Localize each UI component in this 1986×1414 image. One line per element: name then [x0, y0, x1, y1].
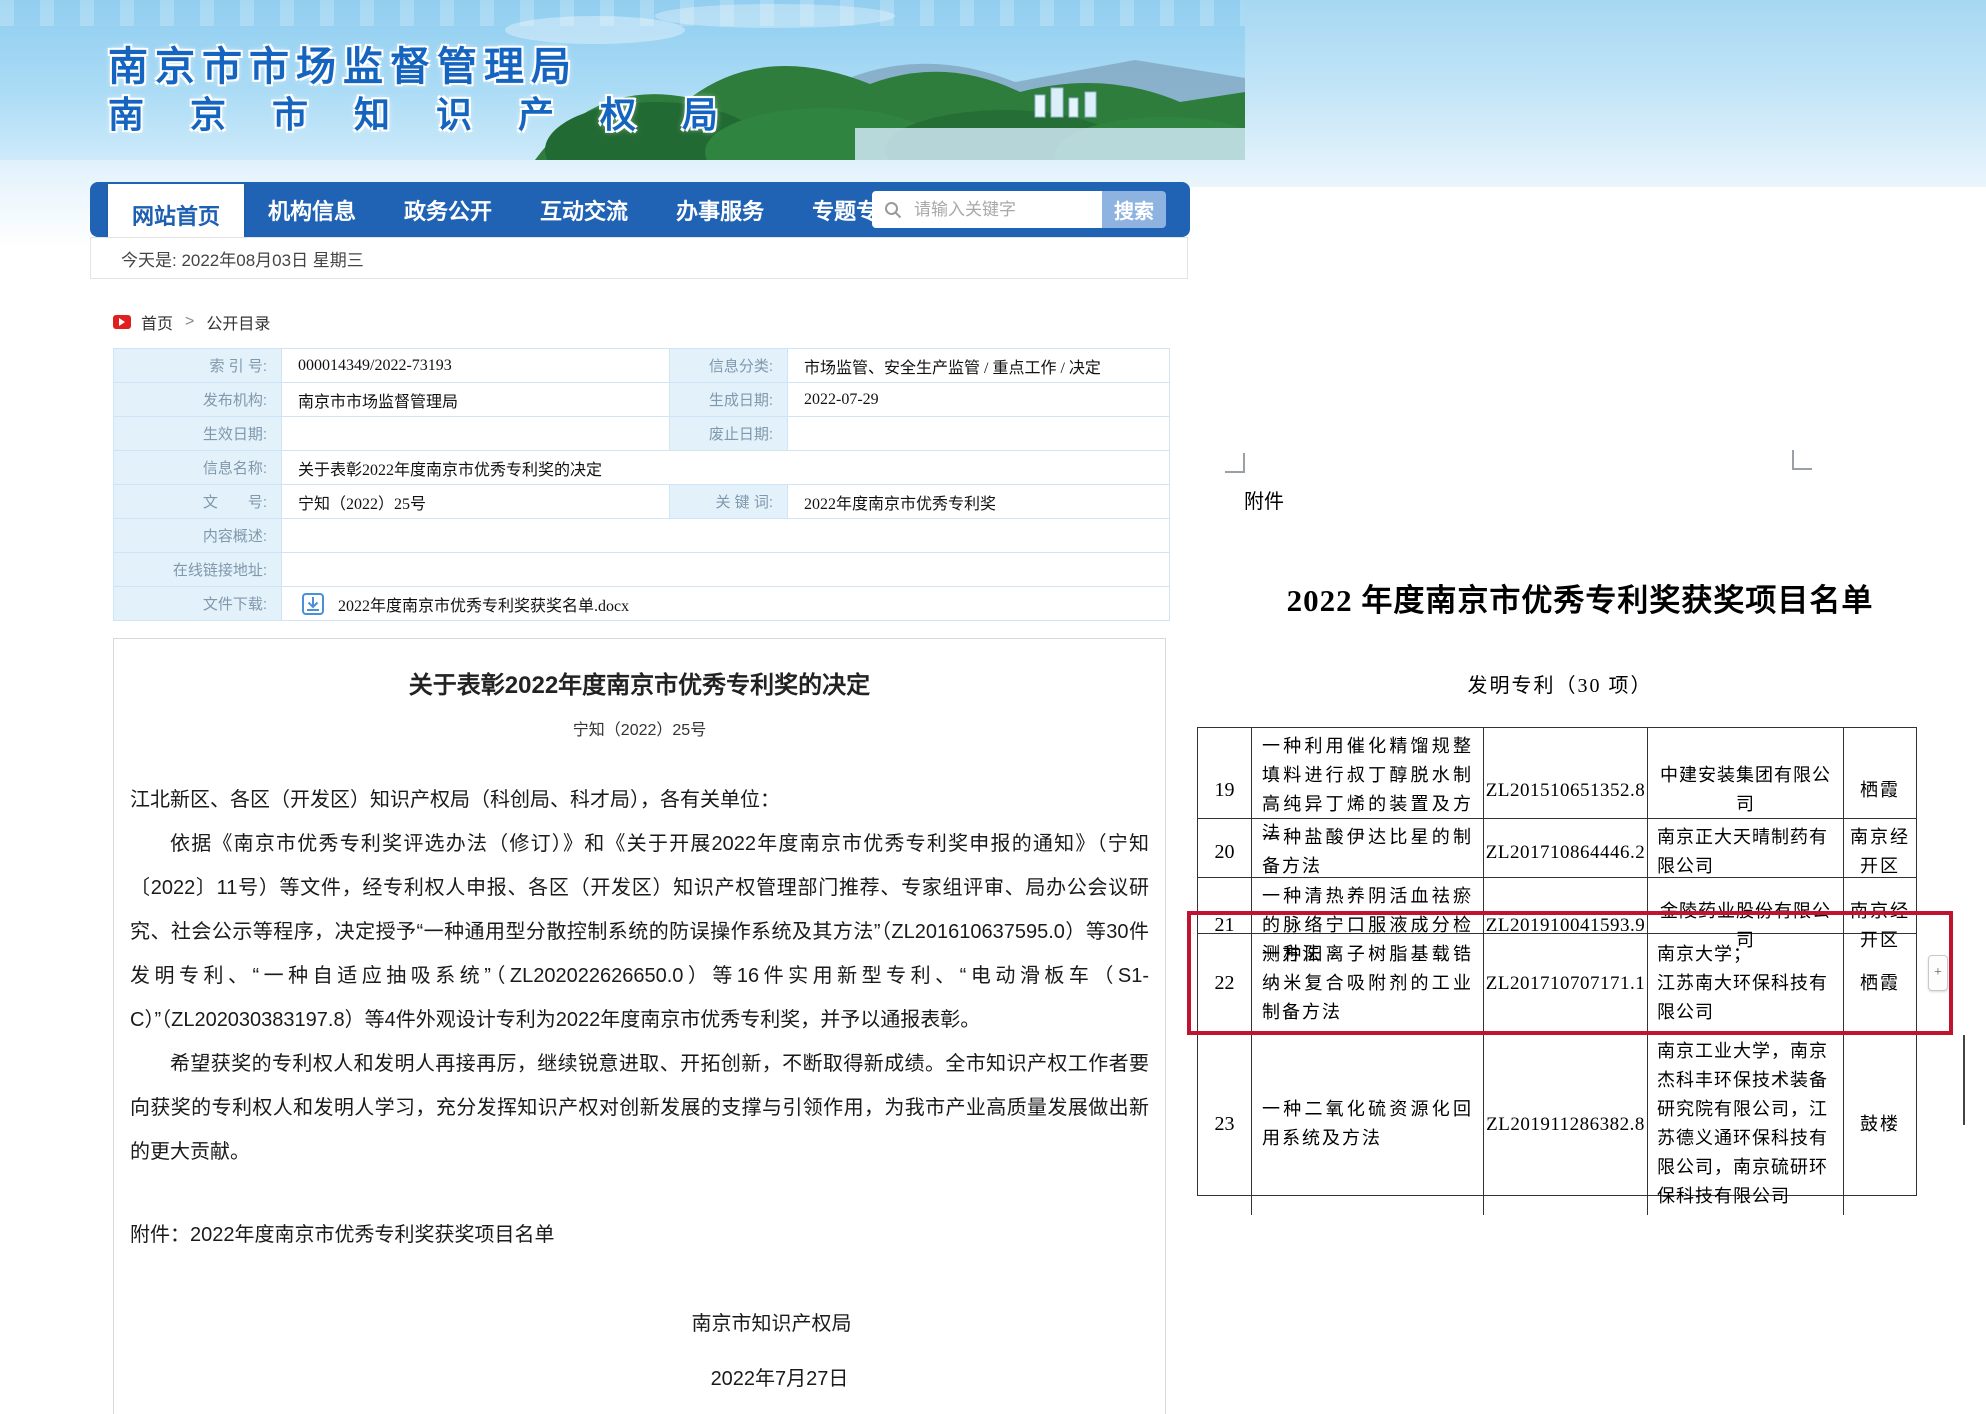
- banner-scenery: 南京市市场监督管理局 南 京 市 知 识 产 权 局: [0, 0, 1245, 160]
- patent-seq: 20: [1198, 819, 1252, 885]
- agency-title-line2: 南 京 市 知 识 产 权 局: [108, 86, 736, 138]
- patent-owner: 南京大学； 江苏南大环保科技有限公司: [1648, 934, 1844, 1032]
- text-boundary-corner-right: [1792, 450, 1812, 470]
- breadcrumb: 首页 > 公开目录: [113, 310, 270, 334]
- nav-items: 网站首页机构信息政务公开互动交流办事服务专题专栏: [90, 182, 924, 237]
- breadcrumb-home-link[interactable]: 首页: [141, 310, 173, 334]
- info-label: 发布机构:: [114, 383, 282, 416]
- document-attachment-line: 附件：2022年度南京市优秀专利奖获奖项目名单: [130, 1218, 1149, 1247]
- info-label: 关 键 词:: [670, 485, 788, 518]
- info-value: 宁知（2022）25号: [282, 485, 670, 518]
- info-row-1: 发布机构:南京市市场监督管理局生成日期:2022-07-29: [114, 383, 1169, 417]
- table-plus-handle[interactable]: +: [1928, 955, 1948, 991]
- document-signature: 南京市知识产权局: [262, 1307, 1281, 1336]
- page: 南京市市场监督管理局 南 京 市 知 识 产 权 局 网站首页机构信息政务公开互…: [0, 0, 1986, 1414]
- info-value: 2022-07-29: [788, 383, 1169, 416]
- document-title: 关于表彰2022年度南京市优秀专利奖的决定: [130, 665, 1149, 700]
- info-value: [282, 417, 670, 450]
- patent-owner: 南京正大天晴制药有限公司: [1648, 819, 1844, 885]
- info-label: 废止日期:: [670, 417, 788, 450]
- patent-number: ZL201710707171.1: [1484, 934, 1648, 1032]
- attachment-subtitle: 发明专利（30 项）: [1190, 669, 1930, 698]
- patent-row: 20一种盐酸伊达比星的制备方法ZL201710864446.2南京正大天晴制药有…: [1198, 819, 1916, 878]
- document-date: 2022年7月27日: [270, 1362, 1289, 1391]
- patent-district: 南京经开区: [1844, 819, 1916, 885]
- nav-item-4[interactable]: 办事服务: [652, 182, 788, 237]
- info-label: 信息分类:: [670, 349, 788, 382]
- text-boundary-corner-left: [1225, 453, 1245, 473]
- patent-row: 23一种二氧化硫资源化回用系统及方法ZL201911286382.8南京工业大学…: [1198, 1033, 1916, 1196]
- info-row-3: 信息名称:关于表彰2022年度南京市优秀专利奖的决定: [114, 451, 1169, 485]
- attachment-title: 2022 年度南京市优秀专利奖获奖项目名单: [1190, 575, 1970, 620]
- nav-item-1[interactable]: 机构信息: [244, 182, 380, 237]
- info-value: 关于表彰2022年度南京市优秀专利奖的决定: [282, 451, 1169, 484]
- patent-table: 19一种利用催化精馏规整填料进行叔丁醇脱水制高纯异丁烯的装置及方法ZL20151…: [1197, 727, 1917, 1196]
- patent-title: 一种阳离子树脂基载锆纳米复合吸附剂的工业制备方法: [1252, 934, 1484, 1032]
- info-value: 市场监管、安全生产监管 / 重点工作 / 决定: [788, 349, 1169, 382]
- document-paragraph-2: 希望获奖的专利权人和发明人再接再厉，继续锐意进取、开拓创新，不断取得新成绩。全市…: [130, 1042, 1149, 1174]
- info-row-5: 内容概述:: [114, 519, 1169, 553]
- search-icon: [884, 201, 902, 219]
- search-button[interactable]: 搜索: [1102, 191, 1166, 228]
- file-download-link[interactable]: 2022年度南京市优秀专利奖获奖名单.docx: [338, 592, 629, 616]
- breadcrumb-icon: [113, 315, 131, 329]
- info-value: [282, 553, 1169, 586]
- attachment-panel: 附件 2022 年度南京市优秀专利奖获奖项目名单 发明专利（30 项） 19一种…: [1190, 187, 1986, 1414]
- agency-title-line1: 南京市市场监督管理局: [108, 34, 578, 92]
- info-row-2: 生效日期: 废止日期:: [114, 417, 1169, 451]
- nav-item-3[interactable]: 互动交流: [516, 182, 652, 237]
- patent-seq: 23: [1198, 1033, 1252, 1215]
- info-row-4: 文 号:宁知（2022）25号关 键 词:2022年度南京市优秀专利奖: [114, 485, 1169, 519]
- info-label: 内容概述:: [114, 519, 282, 552]
- info-row-0: 索 引 号:000014349/2022-73193信息分类:市场监管、安全生产…: [114, 349, 1169, 383]
- info-value: [282, 519, 1169, 552]
- info-label: 文件下载:: [114, 587, 282, 620]
- nav-item-2[interactable]: 政务公开: [380, 182, 516, 237]
- patent-district: 栖霞: [1844, 934, 1916, 1032]
- attachment-label: 附件: [1244, 485, 1284, 514]
- search-input[interactable]: [912, 199, 1086, 221]
- main-navbar: 网站首页机构信息政务公开互动交流办事服务专题专栏 搜索: [90, 182, 1190, 237]
- search-area: 搜索: [872, 191, 1166, 228]
- info-label: 在线链接地址:: [114, 553, 282, 586]
- patent-number: ZL201710864446.2: [1484, 819, 1648, 885]
- document-salutation: 江北新区、各区（开发区）知识产权局（科创局、科才局），各有关单位：: [130, 778, 1149, 822]
- breadcrumb-separator: >: [185, 313, 194, 331]
- document-info-table: 索 引 号:000014349/2022-73193信息分类:市场监管、安全生产…: [113, 348, 1170, 621]
- patent-row: 19一种利用催化精馏规整填料进行叔丁醇脱水制高纯异丁烯的装置及方法ZL20151…: [1198, 728, 1916, 819]
- patent-row: 21一种清热养阴活血祛瘀的脉络宁口服液成分检测方法ZL201910041593.…: [1198, 878, 1916, 934]
- patent-district: 鼓楼: [1844, 1033, 1916, 1215]
- info-label: 生成日期:: [670, 383, 788, 416]
- info-value: 000014349/2022-73193: [282, 349, 670, 382]
- document-paragraph-1: 依据《南京市优秀专利奖评选办法（修订）》和《关于开展2022年度南京市优秀专利奖…: [130, 822, 1149, 1042]
- patent-number: ZL201911286382.8: [1484, 1033, 1648, 1215]
- document-number: 宁知（2022）25号: [130, 716, 1149, 740]
- document-body: 关于表彰2022年度南京市优秀专利奖的决定 宁知（2022）25号 江北新区、各…: [113, 638, 1166, 1414]
- patent-title: 一种二氧化硫资源化回用系统及方法: [1252, 1033, 1484, 1215]
- date-bar: 今天是: 2022年08月03日 星期三: [90, 237, 1188, 279]
- info-value: 2022年度南京市优秀专利奖获奖名单.docx: [282, 587, 1169, 620]
- info-value: [788, 417, 1169, 450]
- info-row-7: 文件下载: 2022年度南京市优秀专利奖获奖名单.docx: [114, 587, 1169, 621]
- info-label: 文 号:: [114, 485, 282, 518]
- patent-owner: 南京工业大学，南京杰科丰环保技术装备研究院有限公司，江苏德义通环保科技有限公司，…: [1648, 1033, 1844, 1215]
- patent-seq: 22: [1198, 934, 1252, 1032]
- breadcrumb-current: 公开目录: [206, 310, 270, 334]
- text-cursor-artifact: [1963, 1035, 1965, 1125]
- info-row-6: 在线链接地址:: [114, 553, 1169, 587]
- download-icon: [302, 593, 324, 615]
- today-text: 今天是: 2022年08月03日 星期三: [121, 246, 364, 271]
- patent-title: 一种盐酸伊达比星的制备方法: [1252, 819, 1484, 885]
- info-label: 索 引 号:: [114, 349, 282, 382]
- search-box: [872, 191, 1102, 228]
- patent-row-highlighted: 22一种阳离子树脂基载锆纳米复合吸附剂的工业制备方法ZL201710707171…: [1198, 934, 1916, 1033]
- info-label: 信息名称:: [114, 451, 282, 484]
- info-value: 2022年度南京市优秀专利奖: [788, 485, 1169, 518]
- info-value: 南京市市场监督管理局: [282, 383, 670, 416]
- info-label: 生效日期:: [114, 417, 282, 450]
